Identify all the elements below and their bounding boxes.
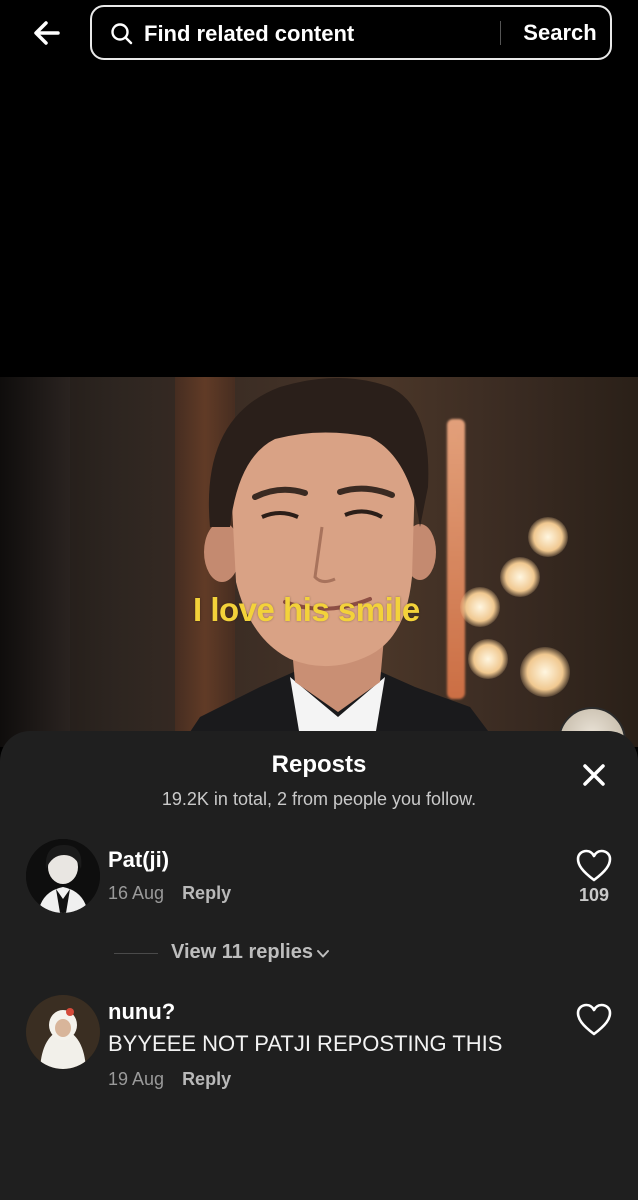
comment-date: 19 Aug	[108, 1069, 165, 1089]
reply-button[interactable]: Reply	[182, 1069, 231, 1089]
top-bar: Search	[0, 0, 638, 66]
replies-divider	[114, 953, 158, 954]
heart-icon[interactable]	[576, 849, 612, 883]
video-light-bulb	[500, 557, 540, 597]
comment-meta: 19 Aug Reply	[108, 1069, 231, 1090]
heart-icon[interactable]	[576, 1003, 612, 1037]
video-light-bulb	[528, 517, 568, 557]
like-count: 109	[578, 885, 610, 905]
view-replies-row[interactable]: View 11 replies	[0, 939, 638, 969]
search-input[interactable]	[144, 19, 484, 49]
comment-meta: 16 Aug Reply	[108, 883, 231, 904]
sheet-title: Reposts	[271, 751, 367, 778]
comment-username[interactable]: nunu?	[108, 999, 175, 1025]
avatar[interactable]	[26, 995, 100, 1069]
view-replies-button[interactable]: View 11 replies	[171, 941, 313, 964]
video-frame[interactable]: I love his smile	[0, 377, 638, 747]
list-item: Pat(ji) 16 Aug Reply 109	[0, 835, 638, 925]
close-icon[interactable]	[578, 759, 610, 791]
search-divider	[500, 21, 501, 45]
chevron-down-icon	[316, 947, 330, 961]
reposts-sheet: Reposts 19.2K in total, 2 from people yo…	[0, 731, 638, 1200]
search-bar[interactable]: Search	[90, 5, 612, 60]
comment-username[interactable]: Pat(ji)	[108, 847, 169, 873]
reply-button[interactable]: Reply	[182, 883, 231, 903]
avatar[interactable]	[26, 839, 100, 913]
comment-date: 16 Aug	[108, 883, 165, 903]
video-light-bulb	[520, 647, 570, 697]
search-button[interactable]: Search	[510, 18, 610, 48]
person-figure	[180, 378, 500, 747]
back-arrow-icon[interactable]	[28, 14, 68, 54]
comment-text: BYYEEE NOT PATJI REPOSTING THIS	[108, 1031, 503, 1056]
video-background-curtain	[0, 377, 70, 747]
list-item: nunu? BYYEEE NOT PATJI REPOSTING THIS 19…	[0, 993, 638, 1113]
sheet-subtitle: 19.2K in total, 2 from people you follow…	[161, 789, 477, 809]
video-caption-text: I love his smile	[193, 591, 420, 628]
search-icon	[110, 22, 134, 46]
